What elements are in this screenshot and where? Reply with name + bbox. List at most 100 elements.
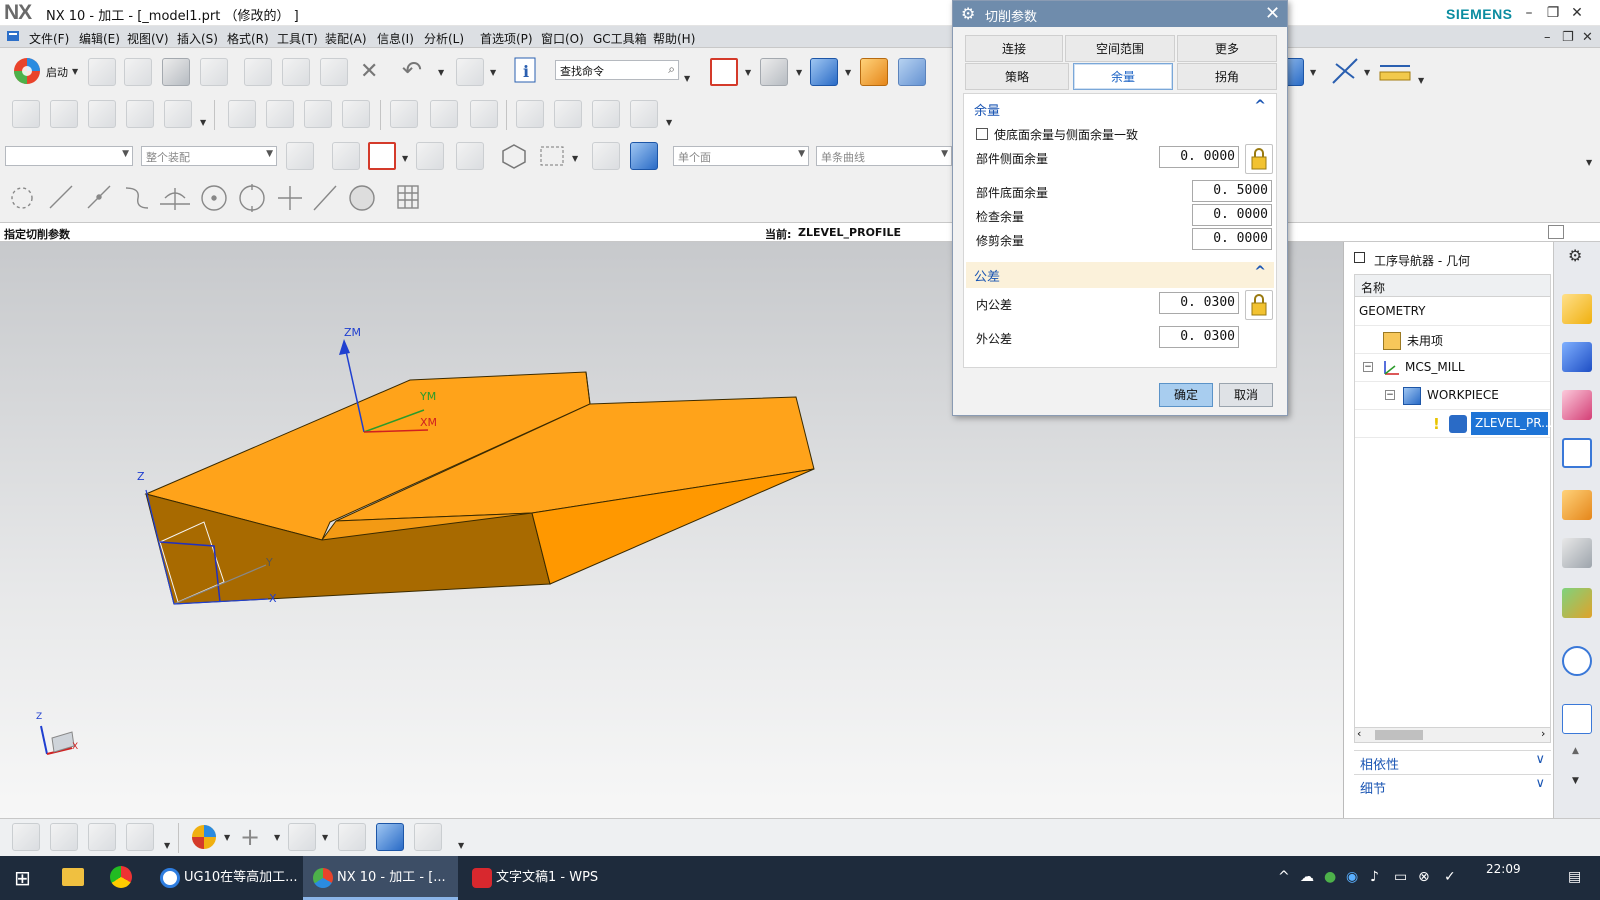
tab-containment[interactable]: 空间范围 — [1065, 35, 1175, 62]
notifications-icon[interactable]: ▤ — [1568, 869, 1581, 885]
menu-view[interactable]: 视图(V) — [127, 30, 169, 47]
snap-dropdown-icon[interactable]: ▼ — [1364, 68, 1370, 77]
assembly-filter-select[interactable]: 整个装配 ▼ — [141, 146, 277, 166]
chevron-down-icon[interactable]: ∨ — [1535, 752, 1545, 767]
create-geometry-icon[interactable] — [88, 100, 116, 128]
intol-input[interactable]: 0. 0300 — [1159, 292, 1239, 314]
start-label[interactable]: 启动 — [46, 64, 68, 80]
undo-icon[interactable]: ↶ — [402, 56, 422, 84]
floor-same-as-side-checkbox[interactable] — [976, 128, 988, 140]
scroll-up-icon[interactable]: ▲ — [1572, 746, 1579, 756]
cancel-button[interactable]: 取消 — [1219, 383, 1273, 407]
hp-icon[interactable]: ◉ — [1346, 869, 1358, 885]
print-icon[interactable] — [200, 58, 228, 86]
op-dropdown-icon[interactable]: ▼ — [224, 833, 230, 842]
tray-expand-icon[interactable]: ^ — [1278, 869, 1290, 885]
start-icon[interactable] — [12, 56, 42, 86]
sync-icon[interactable]: ● — [1324, 869, 1336, 885]
trim-stock-input[interactable]: 0. 0000 — [1192, 228, 1272, 250]
outtol-input[interactable]: 0. 0300 — [1159, 326, 1239, 348]
part-floor-stock-input[interactable]: 0. 5000 — [1192, 180, 1272, 202]
curve-rule-select[interactable]: 单条曲线 ▼ — [816, 146, 952, 166]
fit-dropdown-icon[interactable]: ▼ — [745, 68, 751, 77]
list-toolpath-icon[interactable] — [342, 100, 370, 128]
feed-rate-icon[interactable] — [554, 100, 582, 128]
tab-more[interactable]: 更多 — [1177, 35, 1277, 62]
select-dropdown-icon[interactable]: ▼ — [572, 154, 578, 163]
ok-button[interactable]: 确定 — [1159, 383, 1213, 407]
ops2-dropdown-icon[interactable]: ▼ — [666, 118, 672, 127]
input-method-icon[interactable]: ⊗ — [1418, 869, 1430, 885]
machining-method-view-icon[interactable] — [1562, 390, 1592, 420]
menu-analysis[interactable]: 分析(L) — [424, 30, 464, 47]
type-filter-select[interactable]: ▼ — [5, 146, 133, 166]
menu-assembly[interactable]: 装配(A) — [325, 30, 367, 47]
doc-minimize-button[interactable]: – — [1544, 30, 1551, 45]
replay-toolpath-icon[interactable] — [266, 100, 294, 128]
machine-tool-view-icon[interactable] — [1562, 342, 1592, 372]
menu-format[interactable]: 格式(R) — [227, 30, 269, 47]
create-method-icon[interactable] — [126, 100, 154, 128]
tree-row-workpiece[interactable]: − WORKPIECE — [1355, 382, 1550, 410]
point-dropdown-icon[interactable]: ▼ — [274, 833, 280, 842]
render-dropdown-icon[interactable]: ▼ — [796, 68, 802, 77]
menu-insert[interactable]: 插入(S) — [177, 30, 218, 47]
dialog-title-bar[interactable]: ⚙ 切削参数 ✕ — [953, 1, 1287, 27]
measure-dropdown-icon[interactable]: ▼ — [1418, 76, 1424, 85]
create-program-icon[interactable] — [12, 823, 40, 851]
repeat-command-icon[interactable] — [456, 58, 484, 86]
check-stock-input[interactable]: 0. 0000 — [1192, 204, 1272, 226]
machine-control-icon[interactable] — [390, 100, 418, 128]
restore-button[interactable]: ❐ — [1542, 2, 1564, 24]
program-order-view-icon[interactable] — [1562, 294, 1592, 324]
create-method-icon[interactable] — [126, 823, 154, 851]
scroll-down-icon[interactable]: ▼ — [1572, 776, 1579, 786]
delete-icon[interactable]: ✕ — [360, 59, 378, 84]
details-panel[interactable]: 细节 ∨ — [1354, 774, 1551, 797]
chrome-icon[interactable] — [110, 866, 132, 888]
polygon-select-icon[interactable] — [500, 142, 528, 170]
file-explorer-icon[interactable] — [62, 868, 84, 886]
generate-toolpath-icon[interactable] — [228, 100, 256, 128]
horizontal-scrollbar[interactable]: ‹ › — [1354, 727, 1551, 743]
solid-select-icon[interactable] — [630, 142, 658, 170]
menu-help[interactable]: 帮助(H) — [653, 30, 695, 47]
create-operation-icon[interactable] — [190, 823, 218, 851]
tab-corners[interactable]: 拐角 — [1177, 63, 1277, 90]
windows-start-icon[interactable]: ⊞ — [14, 866, 31, 890]
menu-info[interactable]: 信息(I) — [377, 30, 414, 47]
doc-close-button[interactable]: ✕ — [1582, 30, 1593, 45]
scrollbar-thumb[interactable] — [1375, 730, 1423, 740]
block-icon[interactable] — [376, 823, 404, 851]
orient-view-icon[interactable] — [810, 58, 838, 86]
doc-restore-button[interactable]: ❐ — [1562, 30, 1574, 45]
save-icon[interactable] — [162, 58, 190, 86]
insert-dropdown-icon[interactable]: ▼ — [164, 841, 170, 850]
open-file-icon[interactable] — [124, 58, 152, 86]
taskbar-item-nx[interactable]: NX 10 - 加工 - [... — [303, 856, 458, 900]
create-tool-icon[interactable] — [50, 100, 78, 128]
background-icon[interactable] — [860, 58, 888, 86]
render-style-icon[interactable] — [760, 58, 788, 86]
cloud-icon[interactable]: ☁ — [1300, 869, 1314, 885]
postprocess-icon[interactable] — [470, 100, 498, 128]
menu-file[interactable]: 文件(F) — [29, 30, 69, 47]
menu-preferences[interactable]: 首选项(P) — [480, 30, 533, 47]
fit-view-icon[interactable] — [710, 58, 738, 86]
filter-dropdown-icon[interactable]: ▼ — [402, 154, 408, 163]
batch-process-icon[interactable] — [630, 100, 658, 128]
fullscreen-icon[interactable] — [1548, 225, 1564, 239]
collapse-icon[interactable]: − — [1363, 362, 1373, 372]
volume-icon[interactable]: ♪ — [1370, 869, 1379, 885]
more-tools-icon[interactable]: ▼ — [1586, 158, 1592, 167]
point-icon[interactable]: + — [240, 823, 260, 851]
verify-toolpath-icon[interactable] — [304, 100, 332, 128]
history-icon[interactable] — [1562, 704, 1592, 734]
create-geometry-icon[interactable] — [88, 823, 116, 851]
navigator-pin-icon[interactable] — [1354, 252, 1365, 263]
roles-icon[interactable] — [1562, 588, 1592, 618]
taskbar-item-wps[interactable]: 文字文稿1 - WPS ... — [462, 856, 612, 900]
plane-dropdown-icon[interactable]: ▼ — [322, 833, 328, 842]
datum-plane-icon[interactable] — [288, 823, 316, 851]
menu-icon[interactable] — [6, 29, 20, 43]
